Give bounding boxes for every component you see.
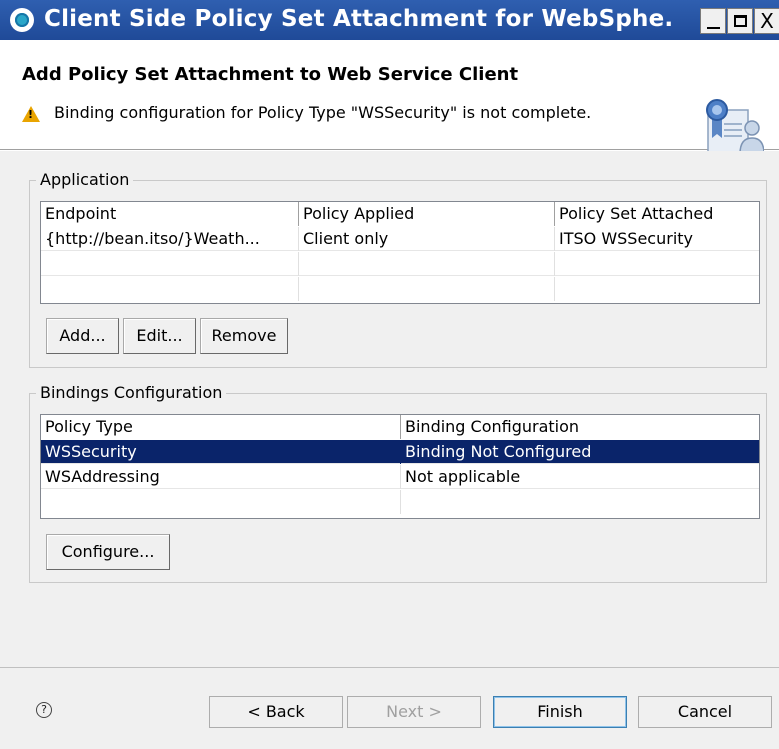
minimize-icon	[707, 27, 720, 29]
empty-cell	[299, 252, 555, 276]
table-row-selected[interactable]: WSSecurity Binding Not Configured	[41, 440, 759, 464]
binding-configuration-cell: Binding Not Configured	[405, 442, 592, 461]
bindings-group-label: Bindings Configuration	[36, 383, 227, 402]
policy-type-cell: WSAddressing	[41, 465, 401, 489]
bindings-table-header: Policy Type Binding Configuration	[41, 415, 759, 439]
table-row[interactable]: {http://bean.itso/}Weath... Client only …	[41, 227, 759, 251]
empty-cell	[41, 490, 401, 514]
configure-button[interactable]: Configure...	[46, 534, 170, 570]
add-button[interactable]: Add...	[46, 318, 119, 354]
policy-type-cell: WSSecurity	[41, 440, 401, 464]
finish-button[interactable]: Finish	[493, 696, 627, 728]
column-header-policy-type[interactable]: Policy Type	[41, 415, 401, 439]
next-button[interactable]: Next >	[347, 696, 481, 728]
endpoint-cell: {http://bean.itso/}Weath...	[41, 227, 299, 251]
back-button[interactable]: < Back	[209, 696, 343, 728]
table-row-empty	[41, 277, 759, 301]
wizard-footer: ? < Back Next > Finish Cancel	[0, 667, 779, 749]
application-table[interactable]: Endpoint Policy Applied Policy Set Attac…	[40, 201, 760, 304]
maximize-icon	[734, 15, 747, 27]
cancel-button[interactable]: Cancel	[638, 696, 772, 728]
column-header-binding-configuration[interactable]: Binding Configuration	[401, 415, 759, 439]
window-title-bar[interactable]: Client Side Policy Set Attachment for We…	[0, 0, 779, 40]
empty-cell	[41, 277, 299, 301]
minimize-button[interactable]	[700, 8, 726, 34]
help-icon[interactable]: ?	[36, 702, 52, 718]
bindings-table[interactable]: Policy Type Binding Configuration WSSecu…	[40, 414, 760, 519]
maximize-button[interactable]	[727, 8, 753, 34]
page-title: Add Policy Set Attachment to Web Service…	[22, 64, 519, 85]
column-header-policy-applied[interactable]: Policy Applied	[299, 202, 555, 226]
remove-button[interactable]: Remove	[200, 318, 288, 354]
column-header-endpoint[interactable]: Endpoint	[41, 202, 299, 226]
wizard-content: Application Endpoint Policy Applied Poli…	[0, 151, 779, 667]
table-row-empty	[41, 490, 759, 514]
wizard-header: Add Policy Set Attachment to Web Service…	[0, 40, 779, 155]
policy-set-attached-cell: ITSO WSSecurity	[559, 229, 694, 248]
bindings-group: Bindings Configuration Policy Type Bindi…	[29, 383, 767, 583]
warning-triangle-icon	[22, 106, 40, 122]
binding-configuration-cell: Not applicable	[405, 467, 521, 486]
application-table-header: Endpoint Policy Applied Policy Set Attac…	[41, 202, 759, 226]
table-row[interactable]: WSAddressing Not applicable	[41, 465, 759, 489]
application-group-label: Application	[36, 170, 134, 189]
edit-button[interactable]: Edit...	[123, 318, 196, 354]
application-group: Application Endpoint Policy Applied Poli…	[29, 170, 767, 368]
empty-cell	[41, 252, 299, 276]
window-title: Client Side Policy Set Attachment for We…	[44, 6, 674, 32]
policy-applied-cell: Client only	[299, 227, 555, 251]
websphere-globe-icon	[10, 8, 34, 32]
status-message: Binding configuration for Policy Type "W…	[54, 103, 592, 122]
empty-cell	[299, 277, 555, 301]
close-button[interactable]: X	[754, 8, 779, 34]
table-row-empty	[41, 252, 759, 276]
certificate-user-icon	[706, 99, 764, 155]
column-header-policy-set-attached[interactable]: Policy Set Attached	[555, 202, 759, 226]
